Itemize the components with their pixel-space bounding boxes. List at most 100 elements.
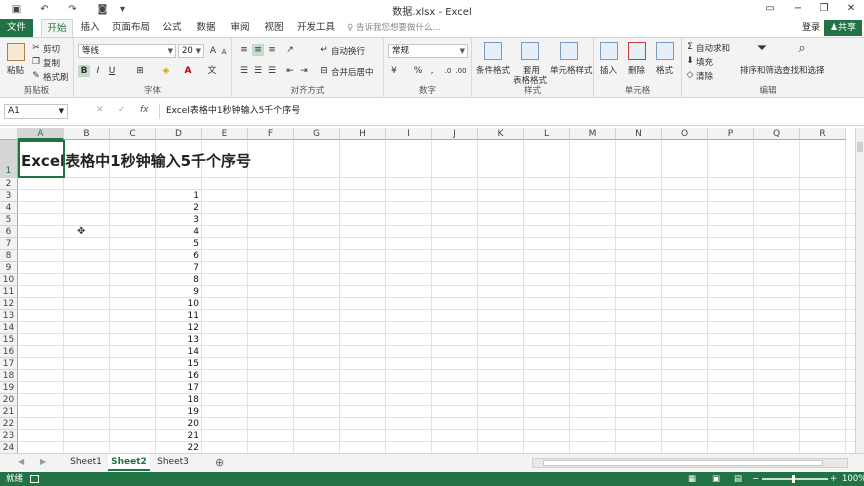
row-header-23[interactable]: 23	[0, 430, 18, 442]
macro-record-icon[interactable]	[30, 475, 39, 483]
column-header-f[interactable]: F	[248, 128, 294, 140]
row-header-4[interactable]: 4	[0, 202, 18, 214]
prev-sheet-icon[interactable]: ◀	[18, 457, 24, 466]
page-break-view-icon[interactable]: ▤	[734, 472, 742, 486]
increase-indent-icon[interactable]: ⇥	[298, 65, 310, 77]
tab-insert[interactable]: 插入	[78, 19, 102, 37]
cell-d9[interactable]: 7	[156, 262, 199, 274]
zoom-slider-thumb[interactable]	[792, 475, 795, 483]
row-header-5[interactable]: 5	[0, 214, 18, 226]
bold-button[interactable]: B	[78, 65, 90, 77]
delete-cells-button[interactable]: 删除	[628, 64, 645, 76]
cell-d17[interactable]: 15	[156, 358, 199, 370]
minimize-icon[interactable]: −	[790, 2, 806, 16]
cell-d24[interactable]: 22	[156, 442, 199, 453]
row-header-8[interactable]: 8	[0, 250, 18, 262]
column-header-n[interactable]: N	[616, 128, 662, 140]
select-all-corner[interactable]	[0, 128, 18, 140]
cell-d14[interactable]: 12	[156, 322, 199, 334]
decrease-indent-icon[interactable]: ⇤	[284, 65, 296, 77]
tab-page-layout[interactable]: 页面布局	[112, 19, 150, 37]
row-header-6[interactable]: 6	[0, 226, 18, 238]
wrap-text-button[interactable]: 自动换行	[331, 45, 365, 57]
row-header-20[interactable]: 20	[0, 394, 18, 406]
column-header-g[interactable]: G	[294, 128, 340, 140]
column-header-p[interactable]: P	[708, 128, 754, 140]
cell-d10[interactable]: 8	[156, 274, 199, 286]
insert-function-icon[interactable]: fx	[140, 105, 149, 115]
add-sheet-icon[interactable]: ⊕	[215, 456, 224, 469]
worksheet-grid[interactable]: A B C D E F G H I J K L M N O P Q R 1 2 3 4 5 6 7 8 9 10 11 12 13 14 15 1…	[0, 128, 855, 453]
cell-d23[interactable]: 21	[156, 430, 199, 442]
row-header-14[interactable]: 14	[0, 322, 18, 334]
cell-d3[interactable]: 1	[156, 190, 199, 202]
row-header-10[interactable]: 10	[0, 274, 18, 286]
currency-icon[interactable]: ¥	[388, 65, 400, 77]
column-header-o[interactable]: O	[662, 128, 708, 140]
sheet-tab-3[interactable]: Sheet3	[152, 454, 194, 471]
sort-filter-button[interactable]: 排序和筛选	[740, 64, 783, 76]
autosum-button[interactable]: 自动求和	[696, 42, 730, 54]
vertical-scrollbar[interactable]	[855, 128, 864, 453]
restore-icon[interactable]: ❐	[816, 2, 832, 16]
fill-button[interactable]: 填充	[696, 56, 713, 68]
page-layout-view-icon[interactable]: ▣	[712, 472, 720, 486]
cell-d11[interactable]: 9	[156, 286, 199, 298]
cell-d16[interactable]: 14	[156, 346, 199, 358]
row-header-22[interactable]: 22	[0, 418, 18, 430]
cell-d8[interactable]: 6	[156, 250, 199, 262]
column-header-i[interactable]: I	[386, 128, 432, 140]
align-middle-icon[interactable]: ≡	[252, 44, 264, 56]
tell-me-box[interactable]: ♀ 告诉我您想要做什么...	[347, 19, 441, 37]
cell-d6[interactable]: 4	[156, 226, 199, 238]
font-color-icon[interactable]: A	[182, 65, 194, 77]
close-icon[interactable]: ✕	[843, 2, 859, 16]
row-header-17[interactable]: 17	[0, 358, 18, 370]
phonetic-icon[interactable]: 文	[206, 65, 218, 77]
fill-color-icon[interactable]: ◈	[160, 65, 172, 77]
cancel-icon[interactable]: ✕	[96, 105, 104, 115]
column-header-m[interactable]: M	[570, 128, 616, 140]
column-header-k[interactable]: K	[478, 128, 524, 140]
row-header-7[interactable]: 7	[0, 238, 18, 250]
tab-review[interactable]: 审阅	[228, 19, 252, 37]
merge-center-button[interactable]: 合并后居中	[331, 66, 374, 78]
find-select-button[interactable]: 查找和选择	[782, 64, 825, 76]
column-header-q[interactable]: Q	[754, 128, 800, 140]
tab-developer[interactable]: 开发工具	[296, 19, 336, 37]
ribbon-options-icon[interactable]: ▭	[762, 2, 778, 16]
tab-formulas[interactable]: 公式	[160, 19, 184, 37]
zoom-in-icon[interactable]: +	[830, 472, 837, 486]
row-header-9[interactable]: 9	[0, 262, 18, 274]
cell-d13[interactable]: 11	[156, 310, 199, 322]
row-header-18[interactable]: 18	[0, 370, 18, 382]
formula-input[interactable]: Excel表格中1秒钟输入5千个序号	[159, 104, 859, 119]
shrink-font-icon[interactable]: A	[218, 46, 230, 58]
enter-icon[interactable]: ✓	[118, 105, 126, 115]
row-header-13[interactable]: 13	[0, 310, 18, 322]
row-header-11[interactable]: 11	[0, 286, 18, 298]
row-header-12[interactable]: 12	[0, 298, 18, 310]
row-header-21[interactable]: 21	[0, 406, 18, 418]
cell-d22[interactable]: 20	[156, 418, 199, 430]
paste-button[interactable]: 粘贴	[7, 64, 24, 76]
cell-d18[interactable]: 16	[156, 370, 199, 382]
name-box[interactable]: A1 ▼	[4, 104, 68, 119]
row-header-1[interactable]: 1	[0, 140, 18, 178]
normal-view-icon[interactable]: ▦	[688, 472, 696, 486]
cell-d7[interactable]: 5	[156, 238, 199, 250]
border-icon[interactable]: ⊞	[134, 65, 146, 77]
align-bottom-icon[interactable]: ≡	[266, 44, 278, 56]
hscroll-thumb[interactable]	[543, 460, 823, 466]
copy-button[interactable]: 复制	[43, 57, 60, 69]
cell-d21[interactable]: 19	[156, 406, 199, 418]
cell-styles-button[interactable]: 单元格样式	[550, 64, 593, 76]
column-header-l[interactable]: L	[524, 128, 570, 140]
column-header-r[interactable]: R	[800, 128, 846, 140]
align-right-icon[interactable]: ☰	[266, 65, 278, 77]
sheet-tab-2[interactable]: Sheet2	[108, 454, 150, 471]
orientation-icon[interactable]: ↗	[284, 44, 296, 56]
font-size-select[interactable]: 20 ▼	[178, 44, 204, 58]
cell-d12[interactable]: 10	[156, 298, 199, 310]
tab-view[interactable]: 视图	[262, 19, 286, 37]
